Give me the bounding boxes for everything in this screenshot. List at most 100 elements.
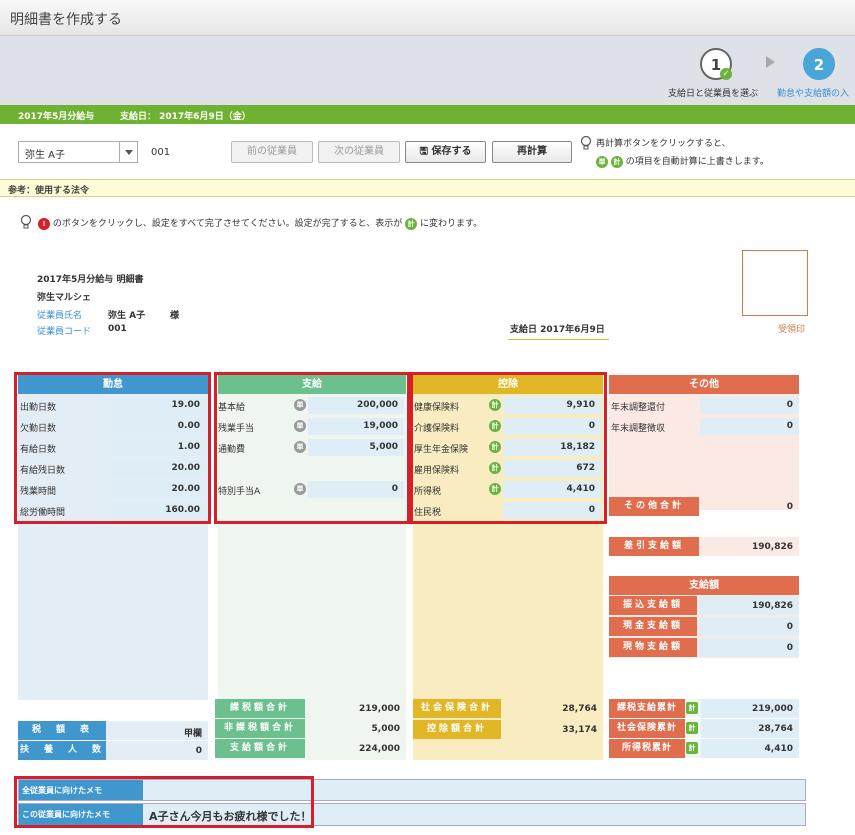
net-pay-value: 190,826: [752, 542, 793, 552]
kei-badge-icon: 計: [686, 702, 698, 714]
recalc-hint-text: の項目を自動計算に上書きします。: [625, 157, 769, 167]
kojo-sum-value: 33,174: [562, 725, 597, 735]
kei-badge-icon: 計: [405, 217, 418, 230]
window-title: 明細書を作成する: [10, 12, 122, 28]
payment-value[interactable]: 0: [699, 638, 799, 657]
kojo-sum-label: 控除額合計: [413, 720, 501, 739]
employee-select-value: 弥生 A子: [25, 150, 66, 161]
check-icon: ✓: [720, 68, 732, 80]
setup-notice-text: のボタンをクリックし、設定をすべて完了させてください。設定が完了すると、表示が: [52, 219, 403, 229]
kei-badge-icon: 計: [610, 155, 623, 168]
sonota-row-label: 年末調整徴収: [611, 424, 666, 434]
payment-label: 現物支給額: [609, 638, 697, 657]
recalc-button[interactable]: 再計算: [492, 141, 572, 163]
payment-value[interactable]: 190,826: [699, 596, 799, 615]
kojo-sum-row: 社会保険合計 28,764: [413, 699, 603, 718]
prev-employee-button[interactable]: 前の従業員: [231, 141, 313, 163]
payment-value[interactable]: 0: [699, 617, 799, 636]
step-1-label[interactable]: 支給日と従業員を選ぶ: [668, 86, 758, 99]
payment-row: 現物支給額 0: [609, 638, 799, 657]
receipt-stamp-label: 受領印: [778, 325, 806, 335]
sonota-row-value[interactable]: 0: [700, 397, 799, 414]
save-icon: 🖫: [419, 146, 432, 157]
employee-code-value: 001: [108, 324, 127, 334]
cumulative-row: 所得税累計計 4,410: [609, 739, 799, 758]
kei-badge-icon: 計: [686, 742, 698, 754]
sonota-row-label: 年末調整還付: [611, 403, 666, 413]
tax-table-label: 税 額 表: [18, 721, 106, 740]
payment-label: 現金支給額: [609, 617, 697, 636]
tax-table-row: 税 額 表 甲欄: [18, 721, 208, 740]
sonota-header: その他: [609, 375, 799, 394]
kojo-sum-value: 28,764: [562, 704, 597, 714]
payment-row: 振込支給額 190,826: [609, 596, 799, 615]
cumulative-row: 社会保険累計計 28,764: [609, 719, 799, 738]
dependents-label: 扶 養 人 数: [18, 741, 106, 760]
window-titlebar: 明細書を作成する: [0, 0, 855, 36]
shikyu-sum-row: 課税額合計 219,000: [215, 699, 406, 718]
kintai-highlight: [14, 372, 211, 524]
shikyu-sum-value: 219,000: [359, 704, 400, 714]
payslip-title: 2017年5月分給与 明細書: [37, 275, 144, 285]
sonota-row-value[interactable]: 0: [700, 418, 799, 435]
employee-select[interactable]: 弥生 A子: [18, 141, 138, 163]
payment-label: 振込支給額: [609, 596, 697, 615]
lightbulb-icon: [20, 214, 32, 230]
pay-date: 支給日： 2017年6月9日（金）: [120, 112, 251, 122]
lightbulb-icon: [580, 135, 592, 151]
employee-name-label: 従業員氏名: [37, 311, 83, 321]
payment-row: 現金支給額 0: [609, 617, 799, 636]
tan-badge-icon: 単: [596, 155, 608, 168]
cumulative-label: 社会保険累計: [609, 719, 685, 738]
step-2-label: 勤怠や支給額の入: [777, 89, 850, 99]
employee-code-label: 従業員コード: [37, 327, 92, 337]
chevron-down-icon[interactable]: [119, 142, 137, 162]
law-reference-bar[interactable]: 参考：使用する法令: [0, 179, 855, 197]
payment-header: 支給額: [609, 576, 799, 595]
setup-notice-post: に変わります。: [420, 219, 483, 229]
dependents-value: 0: [195, 746, 202, 756]
pay-period: 2017年5月分給与: [18, 112, 95, 122]
shikyu-highlight: [214, 372, 410, 524]
setup-notice: ! のボタンをクリックし、設定をすべて完了させてください。設定が完了すると、表示…: [38, 216, 482, 230]
shikyu-sum-row: 支給額合計 224,000: [215, 739, 406, 758]
shikyu-sum-value: 5,000: [371, 724, 400, 734]
save-button-label: 保存する: [431, 146, 472, 157]
step-arrow-icon: [766, 56, 775, 68]
kojo-sum-label: 社会保険合計: [413, 699, 501, 718]
cumulative-value: 4,410: [701, 739, 799, 758]
alert-badge-icon: !: [38, 217, 50, 230]
pay-info-bar: 2017年5月分給与 支給日： 2017年6月9日（金）: [0, 105, 855, 124]
cumulative-value: 219,000: [701, 699, 799, 718]
kojo-highlight: [410, 372, 607, 524]
step-2-circle: 2: [803, 48, 835, 80]
cumulative-label: 所得税累計: [609, 739, 685, 758]
sonota-total-value: 0: [786, 502, 793, 512]
receipt-stamp-box: [742, 250, 808, 316]
employee-name: 弥生 A子: [108, 311, 146, 321]
net-pay-row: 差引支給額 190,826: [609, 537, 799, 556]
memo-highlight: [14, 776, 314, 828]
honorific: 様: [170, 311, 180, 321]
doc-payday: 支給日 2017年6月9日: [508, 322, 609, 340]
cumulative-value: 28,764: [701, 719, 799, 738]
cumulative-row: 課税支給累計計 219,000: [609, 699, 799, 718]
shikyu-sum-label: 課税額合計: [215, 699, 305, 718]
shikyu-sum-row: 非課税額合計 5,000: [215, 719, 406, 738]
dependents-row: 扶 養 人 数 0: [18, 741, 208, 760]
next-employee-button[interactable]: 次の従業員: [318, 141, 400, 163]
recalc-hint-line1: 再計算ボタンをクリックすると、: [596, 139, 731, 149]
shikyu-sum-value: 224,000: [359, 744, 400, 754]
company-name: 弥生マルシェ: [37, 293, 92, 303]
save-button[interactable]: 🖫 保存する: [405, 141, 486, 163]
kojo-sum-row: 控除額合計 33,174: [413, 720, 603, 739]
law-reference-label: 参考：使用する法令: [8, 186, 90, 196]
sonota-total-row: その他合計 0: [609, 497, 799, 516]
sonota-row: 年末調整還付 0: [609, 396, 799, 415]
kei-badge-icon: 計: [686, 722, 698, 734]
recalc-hint-line2: 単 計 の項目を自動計算に上書きします。: [596, 154, 769, 168]
sonota-total-label: その他合計: [609, 497, 699, 516]
sonota-row: 年末調整徴収 0: [609, 417, 799, 436]
shikyu-sum-label: 非課税額合計: [215, 719, 305, 738]
net-pay-label: 差引支給額: [609, 537, 699, 556]
